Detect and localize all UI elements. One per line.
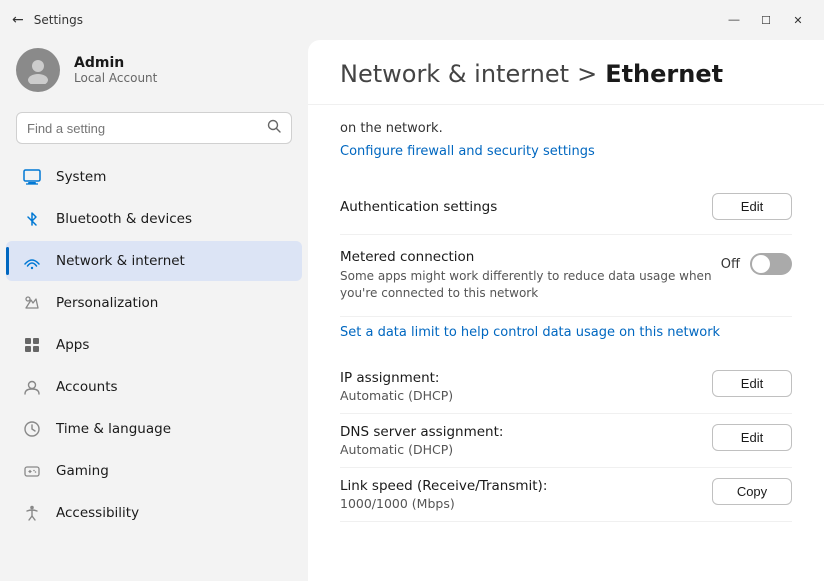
sidebar-label-accounts: Accounts [56,379,118,395]
network-icon [22,251,42,271]
ip-info: IP assignment: Automatic (DHCP) [340,370,453,403]
sidebar-item-system[interactable]: System [6,157,302,197]
breadcrumb-current: Ethernet [605,60,723,88]
ip-val: Automatic (DHCP) [340,388,453,403]
sidebar-label-network: Network & internet [56,253,185,269]
metered-row: Metered connection Some apps might work … [340,235,792,317]
sidebar-label-gaming: Gaming [56,463,109,479]
ip-edit-button[interactable]: Edit [712,370,792,397]
auth-label: Authentication settings [340,199,712,215]
personalization-icon [22,293,42,313]
time-icon [22,419,42,439]
user-name: Admin [74,55,157,71]
dns-label: DNS server assignment: [340,424,503,440]
sidebar-label-personalization: Personalization [56,295,158,311]
search-icon [267,119,281,137]
sidebar-item-personalization[interactable]: Personalization [6,283,302,323]
search-box[interactable] [16,112,292,144]
window-controls: — ☐ ✕ [720,10,812,30]
link-speed-label: Link speed (Receive/Transmit): [340,478,547,494]
sidebar-label-accessibility: Accessibility [56,505,139,521]
sidebar-label-bluetooth: Bluetooth & devices [56,211,192,227]
ip-label: IP assignment: [340,370,453,386]
minimize-button[interactable]: — [720,10,748,30]
auth-edit-button[interactable]: Edit [712,193,792,220]
sidebar-item-accessibility[interactable]: Accessibility [6,493,302,533]
sidebar-item-gaming[interactable]: Gaming [6,451,302,491]
user-section: Admin Local Account [0,36,308,108]
metered-info: Metered connection Some apps might work … [340,249,721,302]
maximize-button[interactable]: ☐ [752,10,780,30]
sidebar-item-apps[interactable]: Apps [6,325,302,365]
nav-items: System Bluetooth & devices [0,156,308,534]
top-text: on the network. [340,121,792,136]
link-speed-info: Link speed (Receive/Transmit): 1000/1000… [340,478,547,511]
breadcrumb-separator: > [577,60,597,88]
dns-edit-button[interactable]: Edit [712,424,792,451]
title-bar-left: ← Settings [12,12,83,28]
breadcrumb: Network & internet > Ethernet [340,60,792,88]
system-icon [22,167,42,187]
metered-label: Metered connection [340,249,721,265]
sidebar-label-time: Time & language [56,421,171,437]
user-sub: Local Account [74,71,157,85]
close-button[interactable]: ✕ [784,10,812,30]
search-input[interactable] [27,121,259,136]
auth-info: Authentication settings [340,199,712,215]
sidebar-item-network[interactable]: Network & internet [6,241,302,281]
app-title: Settings [34,13,83,27]
sidebar-label-apps: Apps [56,337,89,353]
accounts-icon [22,377,42,397]
avatar [16,48,60,92]
metered-toggle[interactable] [750,253,792,275]
back-icon[interactable]: ← [12,12,24,28]
gaming-icon [22,461,42,481]
sidebar-item-time[interactable]: Time & language [6,409,302,449]
apps-icon [22,335,42,355]
content-area: Network & internet > Ethernet on the net… [308,40,824,581]
auth-settings-row: Authentication settings Edit [340,179,792,235]
data-limit-link[interactable]: Set a data limit to help control data us… [340,325,792,340]
metered-toggle-wrap: Off [721,249,792,275]
content-body: on the network. Configure firewall and s… [308,105,824,538]
content-header: Network & internet > Ethernet [308,40,824,105]
sidebar-item-bluetooth[interactable]: Bluetooth & devices [6,199,302,239]
sidebar-item-accounts[interactable]: Accounts [6,367,302,407]
breadcrumb-parent: Network & internet [340,60,569,88]
sidebar-label-system: System [56,169,106,185]
copy-button[interactable]: Copy [712,478,792,505]
bluetooth-icon [22,209,42,229]
link-speed-row: Link speed (Receive/Transmit): 1000/1000… [340,468,792,522]
dns-val: Automatic (DHCP) [340,442,503,457]
user-info: Admin Local Account [74,55,157,85]
accessibility-icon [22,503,42,523]
sidebar: Admin Local Account [0,36,308,581]
title-bar: ← Settings — ☐ ✕ [0,0,824,36]
ip-assignment-row: IP assignment: Automatic (DHCP) Edit [340,360,792,414]
dns-info: DNS server assignment: Automatic (DHCP) [340,424,503,457]
dns-row: DNS server assignment: Automatic (DHCP) … [340,414,792,468]
firewall-link[interactable]: Configure firewall and security settings [340,144,595,159]
link-speed-val: 1000/1000 (Mbps) [340,496,547,511]
metered-toggle-label: Off [721,257,740,272]
metered-sub: Some apps might work differently to redu… [340,268,721,302]
app-body: Admin Local Account [0,36,824,581]
